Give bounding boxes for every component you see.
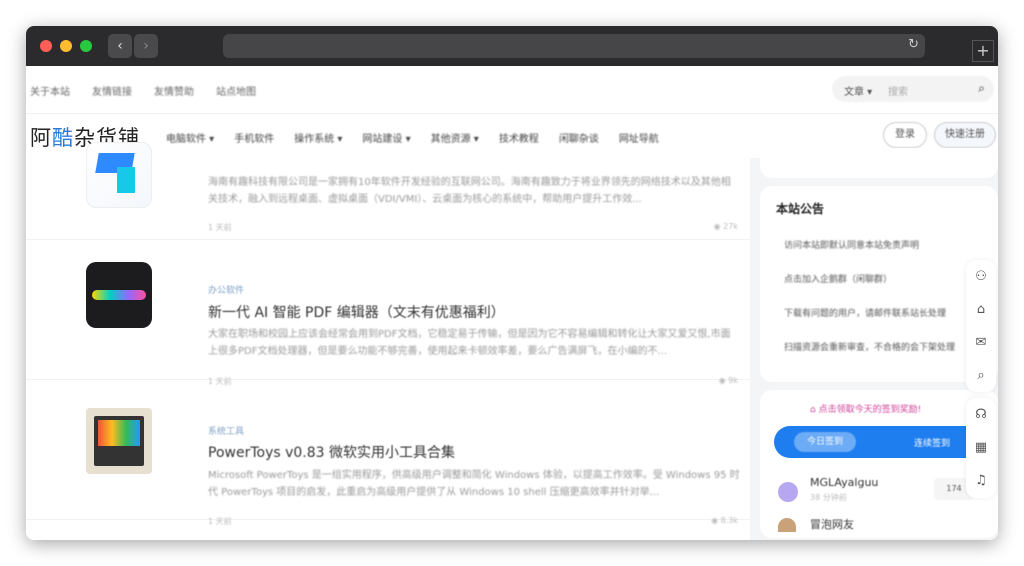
today-checkin-button[interactable]: 今日签到 [794,432,856,452]
notice-title: 本站公告 [776,202,825,216]
article-title[interactable]: 新一代 AI 智能 PDF 编辑器（文末有优惠福利） [208,302,505,322]
address-bar[interactable]: ↻ [223,34,925,58]
article-category[interactable]: 系统工具 [208,424,244,437]
top-link[interactable]: 友情链接 [92,83,132,98]
article-desc: 海南有趣科技有限公司是一家拥有10年软件开发经验的互联网公司。海南有趣致力于将业… [208,177,731,205]
checkin-prompt[interactable]: ⌂ 点击领取今天的签到奖励! [810,402,921,415]
maximize-window-button[interactable] [80,40,92,52]
user-icon[interactable]: ⚇ [966,260,996,293]
minimize-window-button[interactable] [60,40,72,52]
avatar [778,482,798,502]
float-toolbar: ⚇ ⌂ ✉ ⌕ [966,260,996,392]
sidebar: 本站公告 访问本站即默认同意本站免责声明 点击加入企鹅群（闲聊群） 下载有问题的… [760,148,998,540]
browser-window: ‹ › ↻ + 关于本站 友情链接 友情赞助 站点地图 文章 ▾ 搜索 ⌕ 阿酷… [26,26,998,540]
headset-icon[interactable]: ☊ [966,398,996,431]
search-box[interactable]: 文章 ▾ 搜索 ⌕ [832,76,994,102]
checkin-card: ⌂ 点击领取今天的签到奖励! 今日签到 连续签到 MGLAyalguu 38 分… [760,390,998,538]
top-link[interactable]: 站点地图 [216,83,256,98]
article-desc: 大家在职场和校园上应该会经常会用到PDF文档，它稳定易于传输，但是因为它不容易编… [208,329,731,357]
top-link[interactable]: 关于本站 [30,83,70,98]
notice-item[interactable]: 访问本站即默认同意本站免责声明 [784,238,919,251]
register-button[interactable]: 快速注册 [934,122,996,148]
search-input[interactable]: 搜索 [888,83,908,98]
login-button[interactable]: 登录 [883,122,927,148]
article-list: 海南有趣科技有限公司是一家拥有10年软件开发经验的互联网公司。海南有趣致力于将业… [26,142,750,540]
close-window-button[interactable] [40,40,52,52]
article-item[interactable]: 系统工具 PowerToys v0.83 微软实用小工具合集 Microsoft… [26,380,750,526]
article-meta: 1 天前 ◉ 8.3k [208,516,738,526]
article-item[interactable]: 办公软件 新一代 AI 智能 PDF 编辑器（文末有优惠福利） 大家在职场和校园… [26,240,750,386]
article-item[interactable]: 海南有趣科技有限公司是一家拥有10年软件开发经验的互联网公司。海南有趣致力于将业… [26,100,750,240]
article-thumbnail[interactable] [86,408,152,474]
user-time: 38 分钟前 [810,493,847,502]
bell-icon[interactable]: ♫ [966,464,996,497]
float-toolbar-2: ☊ ▦ ♫ [966,398,996,498]
reload-icon[interactable]: ↻ [908,37,919,52]
title-bar: ‹ › ↻ + [26,26,998,66]
qrcode-icon[interactable]: ▦ [966,431,996,464]
article-thumbnail[interactable] [86,142,152,208]
new-tab-button[interactable]: + [972,40,994,62]
notice-item[interactable]: 扫描资源会重新审查，不合格的会下架处理 [784,340,955,353]
mail-icon[interactable]: ✉ [966,326,996,359]
back-button[interactable]: ‹ [108,34,132,58]
article-thumbnail[interactable] [86,262,152,328]
web-page: 关于本站 友情链接 友情赞助 站点地图 文章 ▾ 搜索 ⌕ 阿酷杂货铺 电脑软件… [26,66,998,540]
notice-card: 本站公告 访问本站即默认同意本站免责声明 点击加入企鹅群（闲聊群） 下载有问题的… [760,186,998,382]
search-icon[interactable]: ⌕ [966,359,996,392]
article-desc: Microsoft PowerToys 是一组实用程序，供高级用户调整和简化 W… [208,470,740,498]
user-name[interactable]: MGLAyalguu [810,476,878,489]
user-name[interactable]: 冒泡网友 [810,516,854,532]
search-scope-select[interactable]: 文章 ▾ [844,83,872,98]
avatar [778,518,796,532]
sidebar-card [760,148,998,178]
article-category[interactable]: 办公软件 [208,283,244,296]
forward-button[interactable]: › [134,34,158,58]
article-meta: 1 天前 ◉ 27k [208,222,738,232]
article-title[interactable]: PowerToys v0.83 微软实用小工具合集 [208,442,455,462]
notice-item[interactable]: 点击加入企鹅群（闲聊群） [784,272,892,285]
top-link[interactable]: 友情赞助 [154,83,194,98]
checkin-bar: 今日签到 连续签到 [774,426,974,458]
consecutive-checkin-tab[interactable]: 连续签到 [914,436,950,449]
shop-icon[interactable]: ⌂ [966,293,996,326]
notice-item[interactable]: 下载有问题的用户，请邮件联系站长处理 [784,306,946,319]
search-icon[interactable]: ⌕ [978,81,985,96]
